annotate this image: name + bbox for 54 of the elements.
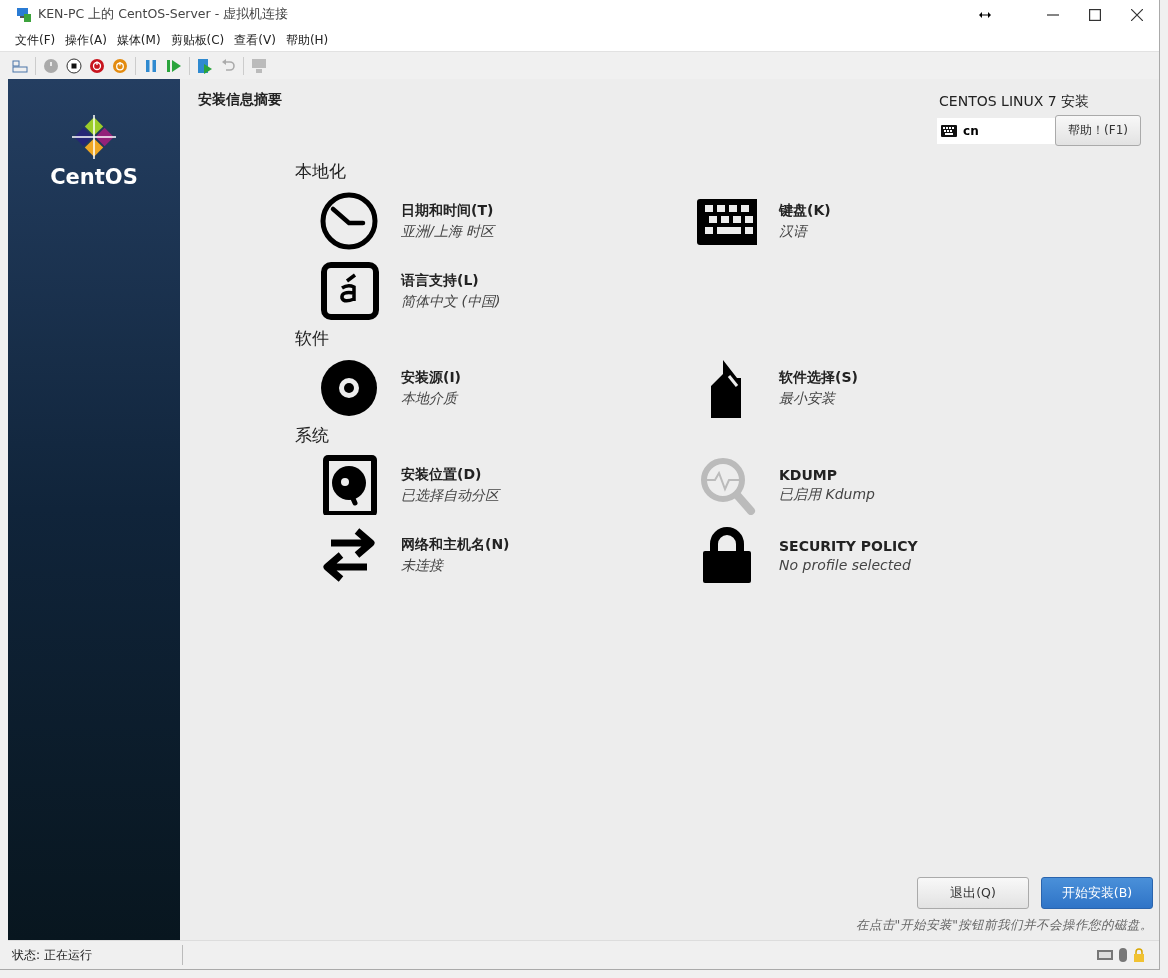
spoke-status: 已启用 Kdump (779, 485, 875, 504)
maximize-icon[interactable] (1089, 8, 1101, 21)
spoke-title[interactable]: 安装源(I) (401, 368, 461, 387)
spoke-status: 汉语 (779, 222, 809, 241)
status-text: 状态: 正在运行 (8, 945, 183, 965)
disk-warning-note: 在点击"开始安装"按钮前我们并不会操作您的磁盘。 (855, 917, 1153, 934)
shutdown-icon[interactable] (89, 57, 105, 74)
play-icon[interactable] (166, 57, 182, 74)
begin-installation-button[interactable]: 开始安装(B) (1041, 877, 1153, 909)
menu-item[interactable]: 剪贴板(C) (170, 31, 225, 49)
spoke-title[interactable]: 键盘(K) (779, 201, 831, 220)
spoke-status: 亚洲/上海 时区 (401, 222, 495, 241)
menu-item[interactable]: 帮助(H) (285, 31, 329, 49)
menu-item[interactable]: 媒体(M) (116, 31, 161, 49)
section-heading: 软件 (295, 327, 330, 350)
spoke-status: No profile selected (779, 556, 912, 573)
product-title: CENTOS LINUX 7 安装 (938, 92, 1091, 111)
vm-connection-icon (16, 6, 32, 23)
spoke-title[interactable]: 日期和时间(T) (401, 201, 495, 220)
spoke-status: 未连接 (401, 556, 445, 575)
spoke-title[interactable]: 软件选择(S) (779, 368, 858, 387)
spoke-title[interactable]: 安装位置(D) (401, 465, 499, 484)
quit-button[interactable]: 退出(Q) (917, 877, 1029, 909)
spoke-status: 简体中文 (中国) (401, 292, 501, 311)
section-heading: 系统 (295, 424, 330, 447)
help-button[interactable]: 帮助！(F1) (1055, 115, 1141, 146)
centos-logo-icon (70, 113, 118, 161)
spoke-title[interactable]: SECURITY POLICY (779, 537, 918, 554)
spoke-title[interactable]: 网络和主机名(N) (401, 535, 510, 554)
ctrl-alt-del-icon[interactable] (12, 57, 28, 74)
menu-item[interactable]: 文件(F) (15, 31, 56, 49)
spoke-status: 最小安装 (779, 389, 837, 408)
window-title: KEN-PC 上的 CentOS-Server - 虚拟机连接 (38, 6, 289, 23)
menu-item[interactable]: 查看(V) (234, 31, 276, 49)
page-title: 安装信息摘要 (198, 91, 282, 109)
spoke-title[interactable]: KDUMP (779, 466, 875, 483)
spoke-title[interactable]: 语言支持(L) (401, 271, 501, 290)
clock-icon[interactable] (319, 191, 379, 251)
lang-icon[interactable] (319, 261, 379, 321)
pause-icon[interactable] (143, 57, 159, 74)
keyboard-icon (1097, 950, 1113, 960)
stop-icon[interactable] (66, 57, 82, 74)
logo-text: CentOS (50, 165, 138, 189)
mouse-icon (1118, 947, 1128, 963)
section-heading: 本地化 (295, 160, 347, 183)
resize-icon (979, 10, 991, 19)
spoke-status: 本地介质 (401, 389, 460, 408)
menu-item[interactable]: 操作(A) (65, 31, 107, 49)
lock-icon (1133, 947, 1145, 963)
checkpoint-icon[interactable] (197, 57, 213, 74)
keyboard-layout-indicator[interactable]: cn (937, 117, 1056, 144)
spoke-status: 已选择自动分区 (401, 486, 499, 505)
disc-icon[interactable] (319, 358, 379, 418)
close-icon[interactable] (1131, 8, 1143, 21)
